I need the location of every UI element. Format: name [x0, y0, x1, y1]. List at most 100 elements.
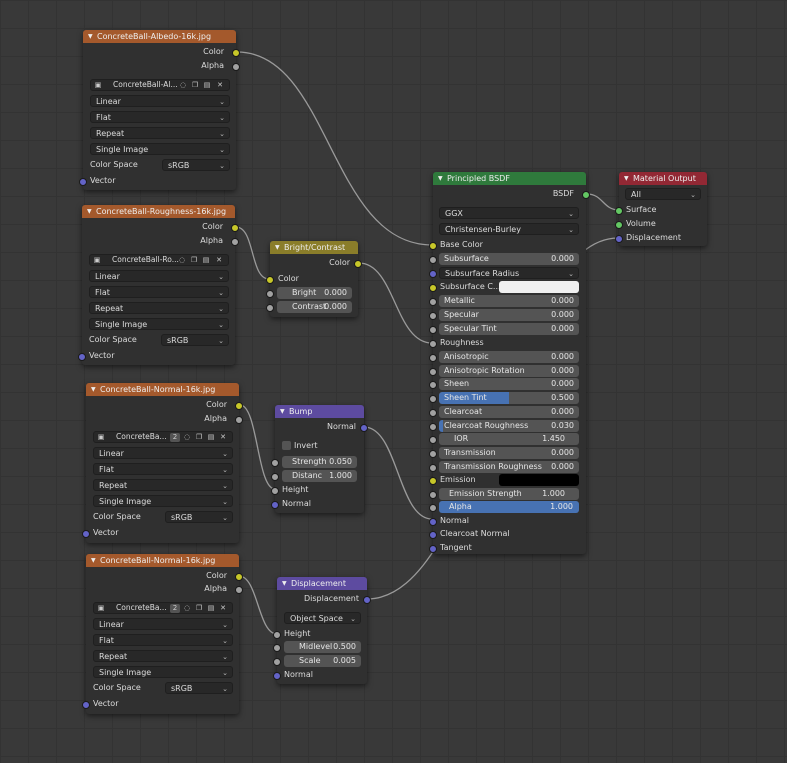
- output-color-socket[interactable]: [354, 260, 362, 268]
- output-color-socket[interactable]: [231, 224, 239, 232]
- node-header[interactable]: ▼ Principled BSDF: [433, 172, 586, 185]
- clearcoat-field[interactable]: Clearcoat 0.000: [439, 406, 579, 418]
- input-metallic-socket[interactable]: [429, 298, 437, 306]
- image-browse-icon[interactable]: ▣: [96, 433, 106, 442]
- input-alpha-socket[interactable]: [429, 504, 437, 512]
- transmission-roughness-field[interactable]: Transmission Roughness 0.000: [439, 461, 579, 473]
- contrast-field[interactable]: Contrast 0.000: [277, 301, 352, 313]
- image-selector[interactable]: ▣ ConcreteBall-Al... ◌ ❐ ▤ ✕: [90, 79, 230, 91]
- image-texture-node-albedo[interactable]: ▼ ConcreteBall-Albedo-16k.jpg Color Alpha…: [79, 30, 240, 190]
- output-bsdf-socket[interactable]: [582, 191, 590, 199]
- alpha-field[interactable]: Alpha 1.000: [439, 501, 579, 513]
- anisotropic-rotation-field[interactable]: Anisotropic Rotation 0.000: [439, 365, 579, 377]
- extension-dropdown[interactable]: Repeat ⌄: [89, 302, 229, 314]
- source-dropdown[interactable]: Single Image ⌄: [93, 666, 233, 678]
- color-space-dropdown[interactable]: sRGB ⌄: [162, 159, 230, 171]
- input-ior-socket[interactable]: [429, 436, 437, 444]
- invert-checkbox[interactable]: [282, 441, 291, 450]
- open-folder-icon[interactable]: ▤: [206, 604, 216, 613]
- interpolation-dropdown[interactable]: Linear ⌄: [89, 270, 229, 282]
- input-clearcoat-normal-socket[interactable]: [429, 531, 437, 539]
- input-normal-socket[interactable]: [273, 672, 281, 680]
- image-browse-icon[interactable]: ▣: [96, 604, 106, 613]
- node-header[interactable]: ▼ Bump: [275, 405, 364, 418]
- duplicate-icon[interactable]: ❐: [194, 433, 204, 442]
- close-icon[interactable]: ✕: [218, 604, 228, 613]
- target-dropdown[interactable]: All ⌄: [625, 188, 701, 200]
- image-browse-icon[interactable]: ▣: [93, 81, 103, 90]
- input-transmission-roughness-socket[interactable]: [429, 464, 437, 472]
- fake-user-icon[interactable]: ◌: [182, 433, 192, 442]
- input-vector-socket[interactable]: [78, 353, 86, 361]
- collapse-icon[interactable]: ▼: [275, 241, 280, 254]
- input-subsurface-radius-socket[interactable]: [429, 270, 437, 278]
- input-height-socket[interactable]: [273, 631, 281, 639]
- sheen-field[interactable]: Sheen 0.000: [439, 378, 579, 390]
- anisotropic-field[interactable]: Anisotropic 0.000: [439, 351, 579, 363]
- output-normal-socket[interactable]: [360, 424, 368, 432]
- distance-field[interactable]: Distanc 1.000: [282, 470, 357, 482]
- input-sheen-socket[interactable]: [429, 381, 437, 389]
- open-folder-icon[interactable]: ▤: [206, 433, 216, 442]
- image-selector[interactable]: ▣ ConcreteBall-Ro... ◌ ❐ ▤ ✕: [89, 254, 229, 266]
- input-scale-socket[interactable]: [273, 658, 281, 666]
- collapse-icon[interactable]: ▼: [91, 554, 96, 567]
- image-texture-node-normal-2[interactable]: ▼ ConcreteBall-Normal-16k.jpg Color Alpha…: [82, 554, 243, 714]
- input-normal-socket[interactable]: [271, 501, 279, 509]
- input-contrast-socket[interactable]: [266, 304, 274, 312]
- source-dropdown[interactable]: Single Image ⌄: [90, 143, 230, 155]
- transmission-field[interactable]: Transmission 0.000: [439, 447, 579, 459]
- source-dropdown[interactable]: Single Image ⌄: [89, 318, 229, 330]
- projection-dropdown[interactable]: Flat ⌄: [93, 634, 233, 646]
- input-color-socket[interactable]: [266, 276, 274, 284]
- input-vector-socket[interactable]: [82, 701, 90, 709]
- image-selector[interactable]: ▣ ConcreteBa... 2 ◌ ❐ ▤ ✕: [93, 602, 233, 614]
- output-alpha-socket[interactable]: [231, 238, 239, 246]
- input-emission-strength-socket[interactable]: [429, 491, 437, 499]
- subsurface-method-dropdown[interactable]: Christensen-Burley ⌄: [439, 223, 579, 235]
- bright-field[interactable]: Bright 0.000: [277, 287, 352, 299]
- output-color-socket[interactable]: [235, 402, 243, 410]
- emission-color-swatch[interactable]: [499, 474, 579, 486]
- sheen-tint-field[interactable]: Sheen Tint 0.500: [439, 392, 579, 404]
- image-browse-icon[interactable]: ▣: [92, 256, 102, 265]
- output-alpha-socket[interactable]: [235, 586, 243, 594]
- input-vector-socket[interactable]: [79, 178, 87, 186]
- fake-user-icon[interactable]: ◌: [177, 256, 187, 265]
- output-color-socket[interactable]: [232, 49, 240, 57]
- image-selector[interactable]: ▣ ConcreteBa... 2 ◌ ❐ ▤ ✕: [93, 431, 233, 443]
- output-alpha-socket[interactable]: [232, 63, 240, 71]
- input-subsurface-color-socket[interactable]: [429, 284, 437, 292]
- principled-bsdf-node[interactable]: ▼ Principled BSDF BSDF GGX ⌄ Christensen-B…: [429, 172, 590, 554]
- input-anisotropic-rotation-socket[interactable]: [429, 368, 437, 376]
- strength-field[interactable]: Strength 0.050: [282, 456, 357, 468]
- duplicate-icon[interactable]: ❐: [189, 256, 199, 265]
- image-texture-node-roughness[interactable]: ▼ ConcreteBall-Roughness-16k.jpg Color Al…: [78, 205, 239, 365]
- open-folder-icon[interactable]: ▤: [202, 81, 212, 90]
- extension-dropdown[interactable]: Repeat ⌄: [93, 650, 233, 662]
- bright-contrast-node[interactable]: ▼ Bright/Contrast Color Color Bright 0.000…: [266, 241, 362, 317]
- input-volume-socket[interactable]: [615, 221, 623, 229]
- color-space-dropdown[interactable]: sRGB ⌄: [165, 511, 233, 523]
- color-space-dropdown[interactable]: sRGB ⌄: [165, 682, 233, 694]
- clearcoat-roughness-field[interactable]: Clearcoat Roughness 0.030: [439, 420, 579, 432]
- scale-field[interactable]: Scale 0.005: [284, 655, 361, 667]
- subsurface-radius-dropdown[interactable]: Subsurface Radius ⌄: [439, 267, 579, 279]
- close-icon[interactable]: ✕: [215, 81, 225, 90]
- user-count[interactable]: 2: [170, 604, 180, 613]
- input-bright-socket[interactable]: [266, 290, 274, 298]
- extension-dropdown[interactable]: Repeat ⌄: [93, 479, 233, 491]
- collapse-icon[interactable]: ▼: [282, 577, 287, 590]
- metallic-field[interactable]: Metallic 0.000: [439, 295, 579, 307]
- collapse-icon[interactable]: ▼: [91, 383, 96, 396]
- specular-field[interactable]: Specular 0.000: [439, 309, 579, 321]
- user-count[interactable]: 2: [170, 433, 180, 442]
- projection-dropdown[interactable]: Flat ⌄: [93, 463, 233, 475]
- projection-dropdown[interactable]: Flat ⌄: [90, 111, 230, 123]
- input-midlevel-socket[interactable]: [273, 644, 281, 652]
- duplicate-icon[interactable]: ❐: [194, 604, 204, 613]
- output-color-socket[interactable]: [235, 573, 243, 581]
- node-header[interactable]: ▼ ConcreteBall-Roughness-16k.jpg: [82, 205, 235, 218]
- node-header[interactable]: ▼ ConcreteBall-Albedo-16k.jpg: [83, 30, 236, 43]
- input-distance-socket[interactable]: [271, 473, 279, 481]
